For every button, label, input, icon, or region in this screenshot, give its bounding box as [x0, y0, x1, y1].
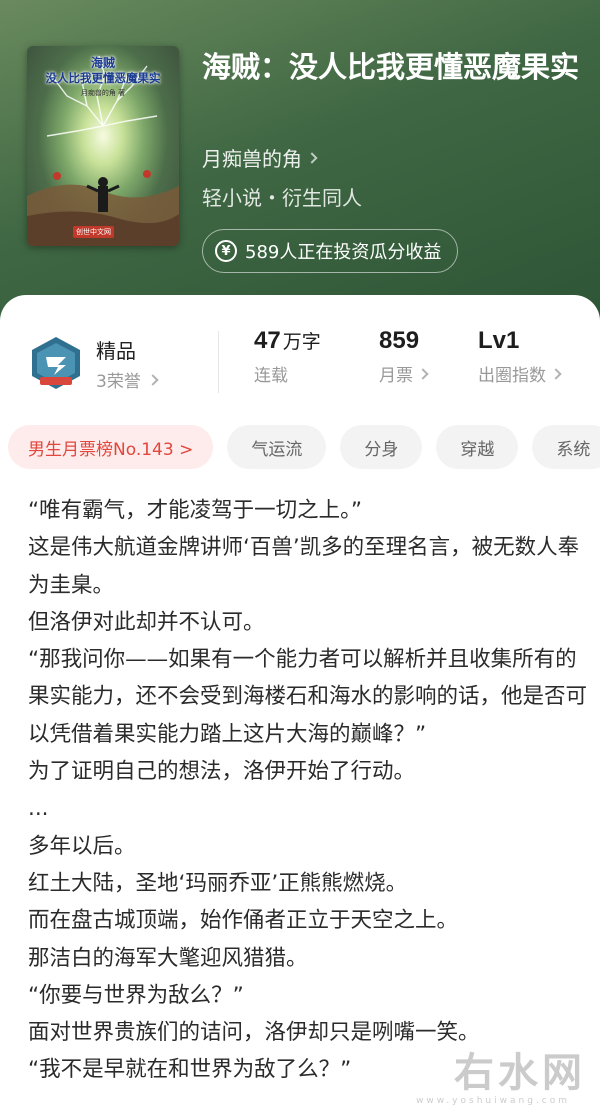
popularity-index-stat[interactable]: Lv1 出圈指数	[478, 327, 562, 386]
honor-link[interactable]: 3荣誉	[96, 367, 159, 392]
popularity-index-label: 出圈指数	[478, 366, 546, 386]
synopsis-paragraph: 但洛伊对此却并不认可。	[28, 609, 265, 635]
synopsis-paragraph: ...	[28, 796, 49, 822]
yen-coin-icon: ¥	[215, 240, 237, 262]
book-info-card: 精品 3荣誉 47 万字 连载 859 月票 Lv1 出圈指数 男生月票榜No.1…	[0, 295, 600, 1108]
synopsis-paragraph: “那我问你——如果有一个能力者可以解析并且收集所有的果实能力，还不会受到海楼石和…	[28, 647, 588, 747]
chevron-right-icon	[417, 367, 429, 380]
monthly-ticket-label: 月票	[379, 366, 413, 386]
synopsis-paragraph: 这是伟大航道金牌讲师‘百兽’凯多的至理名言，被无数人奉为圭臬。	[28, 535, 580, 598]
cover-publisher-badge: 创世中文网	[73, 226, 114, 238]
chevron-right-icon	[306, 151, 318, 164]
synopsis-paragraph: 红土大陆，圣地‘玛丽乔亚’正熊熊燃烧。	[28, 870, 408, 896]
watermark-url: www.yoshuiwang.com	[416, 1096, 570, 1106]
cover-author: 月痴兽的角 著	[80, 89, 126, 97]
author-name: 月痴兽的角	[202, 147, 302, 171]
chevron-right-icon	[550, 367, 562, 380]
tag-list: 男生月票榜No.143 > 气运流 分身 穿越 系统	[8, 425, 600, 469]
tag-item[interactable]: 气运流	[227, 425, 327, 469]
word-count-unit: 万字	[282, 331, 321, 353]
honor-badge-icon[interactable]	[28, 335, 84, 391]
monthly-ticket-stat[interactable]: 859 月票	[379, 327, 429, 386]
book-cover[interactable]: 海贼 没人比我更懂恶魔果实 月痴兽的角 著 创世中文网	[27, 46, 179, 246]
book-header: 海贼 没人比我更懂恶魔果实 月痴兽的角 著 创世中文网 海贼：没人比我更懂恶魔果…	[0, 0, 600, 330]
genre-text: 轻小说・衍生同人	[202, 186, 362, 210]
honor-count: 3荣誉	[96, 372, 141, 392]
word-count-stat: 47 万字 连载	[254, 327, 321, 386]
cover-title-line1: 海贼	[90, 56, 115, 70]
invest-button[interactable]: ¥ 589人正在投资瓜分收益	[202, 229, 459, 273]
synopsis-paragraph: 为了证明自己的想法，洛伊开始了行动。	[28, 759, 416, 785]
monthly-ticket-value: 859	[379, 327, 420, 354]
synopsis-paragraph: 多年以后。	[28, 833, 136, 859]
cover-title-line2: 没人比我更懂恶魔果实	[45, 71, 161, 85]
author-link[interactable]: 月痴兽的角	[202, 143, 318, 172]
synopsis-paragraph: “唯有霸气，才能凌驾于一切之上。”	[28, 498, 363, 523]
tag-monthly-rank[interactable]: 男生月票榜No.143 >	[8, 425, 214, 469]
watermark-logo: 右水网	[454, 1049, 586, 1096]
book-synopsis[interactable]: “唯有霸气，才能凌驾于一切之上。” 这是伟大航道金牌讲师‘百兽’凯多的至理名言，…	[28, 492, 588, 1089]
tag-item[interactable]: 穿越	[436, 425, 519, 469]
honor-title: 精品	[96, 339, 136, 363]
word-count-value: 47	[254, 327, 281, 354]
synopsis-paragraph: 那洁白的海军大氅迎风猎猎。	[28, 945, 308, 971]
tag-item[interactable]: 系统	[532, 425, 600, 469]
tag-item[interactable]: 分身	[340, 425, 423, 469]
popularity-level-value: Lv1	[478, 327, 520, 354]
chevron-right-icon	[147, 373, 159, 386]
stats-divider	[218, 331, 219, 393]
book-title: 海贼：没人比我更懂恶魔果实	[202, 50, 580, 84]
synopsis-paragraph: 而在盘古城顶端，始作俑者正立于天空之上。	[28, 908, 459, 934]
serial-status-label: 连载	[254, 366, 288, 386]
synopsis-paragraph: “你要与世界为敌么？”	[28, 982, 244, 1008]
invest-label: 589人正在投资瓜分收益	[245, 242, 442, 263]
